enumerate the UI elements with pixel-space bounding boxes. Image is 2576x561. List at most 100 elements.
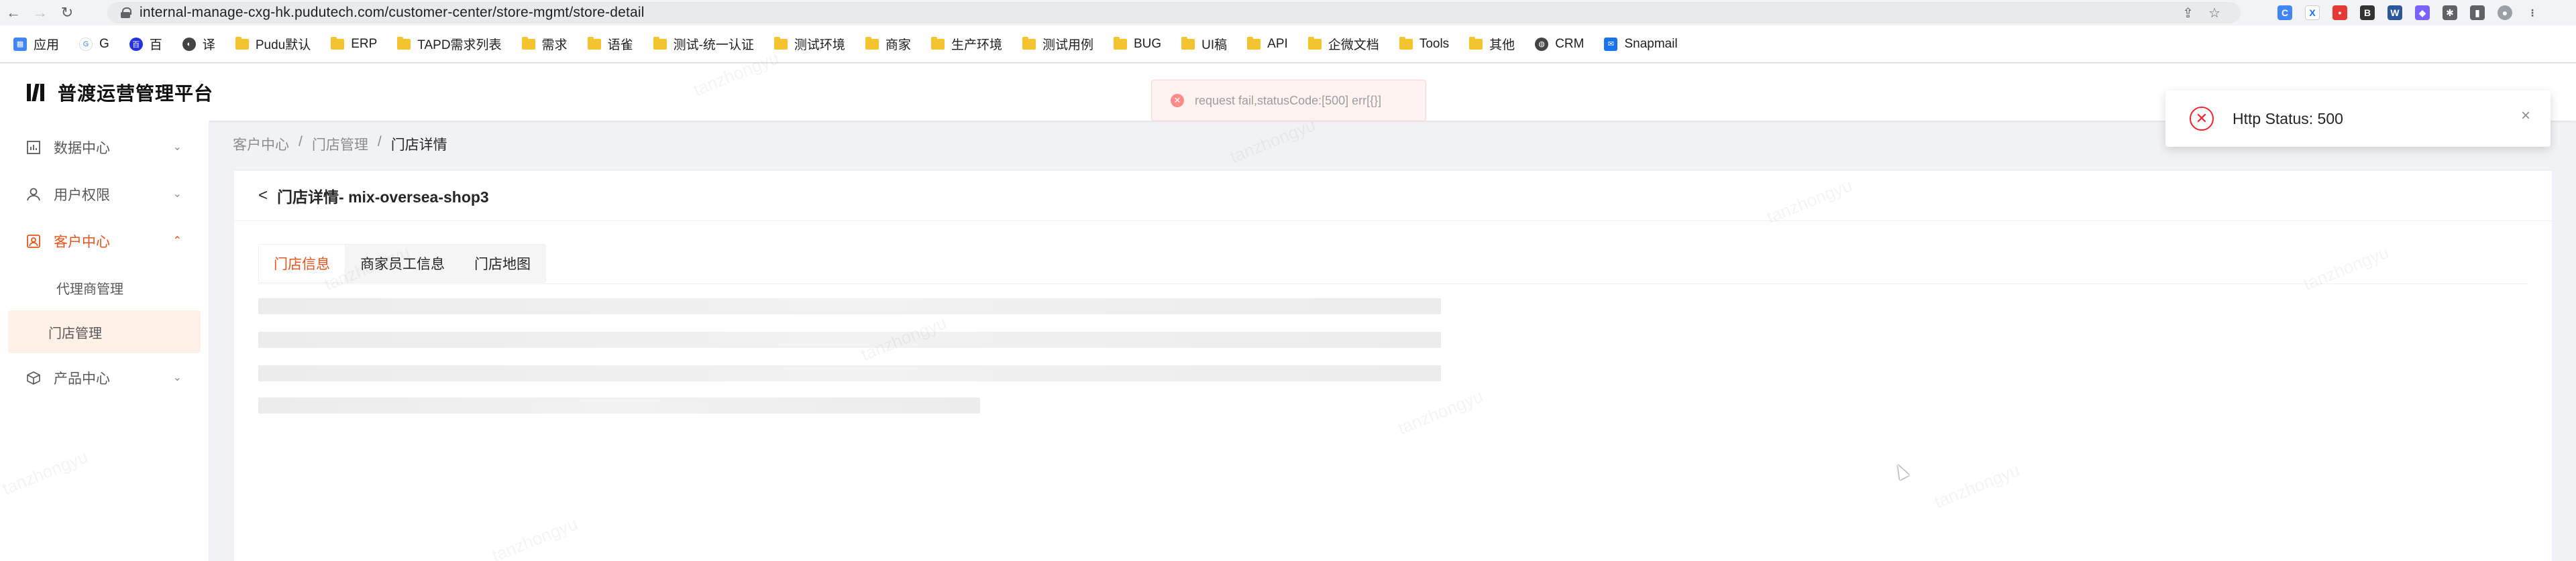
menu-dots-icon[interactable]: ⋮ — [2525, 5, 2540, 20]
bookmark-folder[interactable]: 商家 — [865, 35, 911, 53]
sidebar-item-customer-center[interactable]: 客户中心 ⌃ — [0, 218, 209, 265]
folder-icon — [397, 36, 411, 50]
sidebar: 数据中心 ⌄ 用户权限 ⌄ 客户中心 ⌃ 代理商管理 门店管理 产品中心 ⌄ — [0, 121, 209, 561]
chevron-down-icon: ⌄ — [172, 372, 182, 383]
sidebar-item-user-permissions[interactable]: 用户权限 ⌄ — [0, 171, 209, 218]
folder-icon — [521, 36, 535, 50]
bookmark-folder[interactable]: 测试-统一认证 — [653, 35, 754, 53]
back-arrow-icon[interactable]: ← — [0, 0, 27, 25]
bookmark-folder[interactable]: API — [1247, 36, 1288, 52]
profile-avatar-icon[interactable]: ● — [2498, 5, 2512, 20]
extension-icon[interactable]: X — [2305, 5, 2320, 20]
bookmark-label: BUG — [1133, 36, 1162, 51]
folder-icon — [331, 36, 345, 50]
bookmark-star-icon[interactable]: ☆ — [2208, 5, 2220, 21]
mail-icon: ✉ — [1604, 37, 1618, 51]
google-icon: G — [79, 37, 93, 51]
extension-icon[interactable]: C — [2277, 5, 2292, 20]
puzzle-icon[interactable]: ✱ — [2443, 5, 2457, 20]
notification-text: Http Status: 500 — [2233, 109, 2343, 127]
bookmark-label: 测试-统一认证 — [673, 38, 754, 52]
close-icon[interactable]: × — [2521, 107, 2530, 125]
reload-icon[interactable]: ↻ — [54, 0, 80, 25]
bookmark-label: Tools — [1419, 36, 1450, 51]
skeleton-line — [258, 365, 1441, 381]
folder-icon — [235, 36, 249, 50]
extension-icon[interactable]: • — [2332, 5, 2347, 20]
detail-tabs: 门店信息 商家员工信息 门店地图 — [258, 244, 546, 283]
brand-title: 普渡运营管理平台 — [58, 82, 214, 104]
globe-icon: ◍ — [1535, 37, 1549, 51]
folder-icon — [1307, 36, 1322, 50]
bookmark-baidu[interactable]: 百 百 — [129, 35, 162, 53]
tab-store-map[interactable]: 门店地图 — [460, 245, 545, 282]
breadcrumb-item[interactable]: 客户中心 — [233, 134, 289, 154]
customer-icon — [25, 233, 42, 249]
watermark: tanzhongyu — [1227, 115, 1318, 168]
address-bar[interactable]: internal-manage-cxg-hk.pudutech.com/cust… — [107, 2, 2241, 23]
extension-icon[interactable]: B — [2360, 5, 2375, 20]
bookmark-folder[interactable]: ERP — [331, 36, 377, 52]
card-header: < 门店详情- mix-oversea-shop3 — [234, 171, 2552, 221]
skeleton-line — [258, 332, 1441, 348]
cube-icon — [25, 370, 42, 386]
url-text[interactable]: internal-manage-cxg-hk.pudutech.com/cust… — [140, 5, 645, 21]
bookmark-folder[interactable]: UI稿 — [1181, 35, 1227, 53]
tab-store-info[interactable]: 门店信息 — [259, 245, 345, 282]
sidebar-item-label: 数据中心 — [54, 141, 110, 156]
bookmark-label: 其他 — [1489, 38, 1515, 52]
bookmark-folder[interactable]: Pudu默认 — [235, 35, 311, 53]
bookmark-folder[interactable]: 测试用例 — [1022, 35, 1093, 53]
sidebar-item-product-center[interactable]: 产品中心 ⌄ — [0, 355, 209, 401]
bookmark-google[interactable]: G G — [79, 37, 109, 52]
browser-toolbar: ← → ↻ internal-manage-cxg-hk.pudutech.co… — [0, 0, 2576, 25]
bookmark-folder[interactable]: 测试环境 — [773, 35, 845, 53]
breadcrumb: 客户中心 / 门店管理 / 门店详情 — [233, 134, 447, 154]
breadcrumb-current: 门店详情 — [390, 137, 447, 153]
bookmark-label: API — [1267, 36, 1288, 51]
bookmark-label: 测试环境 — [794, 38, 845, 52]
store-detail-card: < 门店详情- mix-oversea-shop3 门店信息 商家员工信息 门店… — [234, 171, 2552, 561]
bookmark-apps[interactable]: ▦ 应用 — [13, 35, 59, 53]
bookmark-label: 企微文档 — [1328, 38, 1379, 52]
extensions-bar: C X • B W ◆ ✱ ▮ ● ⋮ — [2277, 0, 2540, 25]
sidebar-subitem-store-management[interactable]: 门店管理 — [8, 310, 201, 353]
share-icon[interactable]: ⇪ — [2182, 5, 2194, 21]
back-icon[interactable]: < — [258, 186, 268, 205]
sidepanel-icon[interactable]: ▮ — [2470, 5, 2485, 20]
bookmark-folder[interactable]: 需求 — [521, 35, 568, 53]
bookmark-label: 测试用例 — [1042, 38, 1093, 52]
breadcrumb-item[interactable]: 门店管理 — [312, 134, 368, 154]
folder-icon — [653, 36, 667, 50]
extension-icon[interactable]: W — [2387, 5, 2402, 20]
bookmark-snapmail[interactable]: ✉ Snapmail — [1604, 37, 1678, 52]
sidebar-subitem-agent-management[interactable]: 代理商管理 — [8, 266, 201, 309]
extension-icon[interactable]: ◆ — [2415, 5, 2430, 20]
folder-icon — [1022, 36, 1036, 50]
folder-icon — [865, 36, 879, 50]
close-circle-icon: ✕ — [2190, 107, 2214, 131]
bookmark-folder[interactable]: BUG — [1113, 36, 1162, 52]
bookmark-label: 译 — [202, 38, 215, 52]
sidebar-item-label: 用户权限 — [54, 188, 110, 203]
bookmark-label: Pudu默认 — [255, 38, 311, 52]
bookmark-folder[interactable]: 语雀 — [587, 35, 633, 53]
folder-icon — [1247, 36, 1261, 50]
tab-merchant-staff[interactable]: 商家员工信息 — [345, 245, 460, 282]
bookmark-crm[interactable]: ◍ CRM — [1535, 37, 1584, 52]
folder-icon — [587, 36, 601, 50]
bookmark-folder[interactable]: 其他 — [1469, 35, 1515, 53]
error-message-text: request fail,statusCode:[500] err[{}] — [1195, 93, 1382, 107]
breadcrumb-separator: / — [299, 134, 303, 149]
bookmark-folder[interactable]: TAPD需求列表 — [397, 35, 502, 53]
bookmark-folder[interactable]: 生产环境 — [930, 35, 1002, 53]
bookmarks-bar: ▦ 应用 G G 百 百 ◐ 译 Pudu默认 ERP TAPD需求列表 需求 … — [0, 25, 2576, 63]
bookmark-folder[interactable]: Tools — [1399, 36, 1450, 52]
bookmark-label: G — [99, 36, 109, 51]
bookmark-folder[interactable]: 企微文档 — [1307, 35, 1379, 53]
bookmark-label: 百 — [149, 38, 162, 52]
bookmark-label: TAPD需求列表 — [417, 38, 502, 52]
bookmark-translate[interactable]: ◐ 译 — [182, 35, 215, 53]
forward-arrow-icon[interactable]: → — [27, 0, 54, 25]
sidebar-item-data-center[interactable]: 数据中心 ⌄ — [0, 124, 209, 171]
